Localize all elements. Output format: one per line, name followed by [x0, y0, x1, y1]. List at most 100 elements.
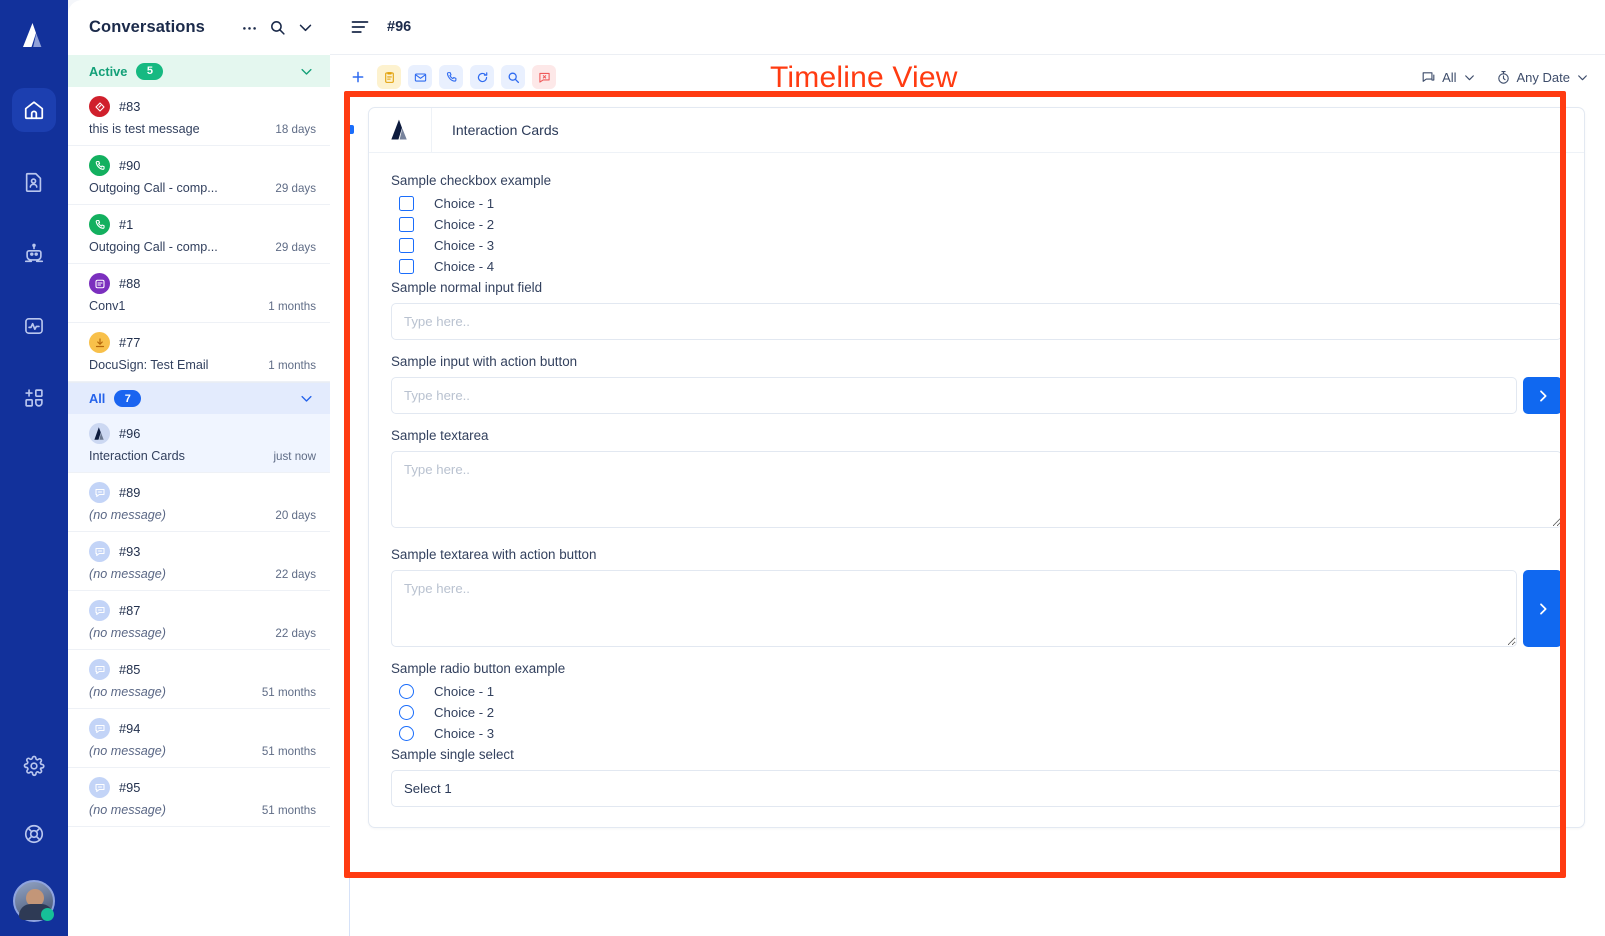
- sidebar-item-analytics[interactable]: [12, 304, 56, 348]
- checkbox-control[interactable]: [399, 238, 414, 253]
- conversation-id: #89: [119, 485, 141, 500]
- radio-control[interactable]: [399, 684, 414, 699]
- chevron-down-icon[interactable]: [297, 19, 314, 36]
- conversation-id: #87: [119, 603, 141, 618]
- ellipsis-icon[interactable]: [241, 19, 258, 36]
- chevron-right-icon: [1535, 601, 1551, 617]
- search-icon[interactable]: [269, 19, 286, 36]
- call-button[interactable]: [439, 65, 463, 89]
- sidebar-item-contacts[interactable]: [12, 160, 56, 204]
- checkbox-option[interactable]: Choice - 3: [399, 238, 1562, 253]
- action-input-submit-button[interactable]: [1523, 377, 1562, 414]
- chat-bubble-icon: [89, 482, 110, 503]
- main-header: #96: [330, 0, 1605, 55]
- user-avatar[interactable]: [13, 880, 55, 922]
- conversation-list-item[interactable]: #95 (no message) 51 months: [68, 768, 330, 827]
- checkbox-option-label: Choice - 4: [434, 259, 495, 274]
- action-textarea[interactable]: [391, 570, 1517, 647]
- conversation-item-bottom: this is test message 18 days: [89, 122, 316, 136]
- timeline-event-marker: [345, 125, 354, 134]
- sms-button[interactable]: [532, 65, 556, 89]
- page-title: Conversations: [89, 18, 205, 36]
- radio-option[interactable]: Choice - 1: [399, 684, 1562, 699]
- conversation-list-item[interactable]: #96 Interaction Cards just now: [68, 414, 330, 473]
- checkbox-option-label: Choice - 3: [434, 238, 495, 253]
- rail-bottom-group: [12, 744, 56, 936]
- conversation-preview: DocuSign: Test Email: [89, 358, 209, 372]
- sidebar-item-bot[interactable]: [12, 232, 56, 276]
- chat-bubble-icon: [89, 600, 110, 621]
- add-button[interactable]: [346, 65, 370, 89]
- chevron-down-icon: [1576, 71, 1589, 84]
- conversation-item-top: #83: [89, 96, 316, 117]
- radio-control[interactable]: [399, 705, 414, 720]
- conversation-timestamp: 51 months: [261, 745, 316, 758]
- refresh-button[interactable]: [470, 65, 494, 89]
- conversation-list-item[interactable]: #87 (no message) 22 days: [68, 591, 330, 650]
- interaction-card-body: Sample checkbox example Choice - 1 Choice…: [369, 153, 1584, 827]
- type-filter[interactable]: All: [1421, 70, 1475, 85]
- action-input[interactable]: [391, 377, 1517, 414]
- sidebar-item-help[interactable]: [12, 812, 56, 856]
- main-panel: #96 All Any Date Timeline View Interacti…: [330, 0, 1605, 936]
- conversation-list-item[interactable]: #83 this is test message 18 days: [68, 87, 330, 146]
- conversation-preview: (no message): [89, 626, 166, 640]
- conversation-preview: Outgoing Call - comp...: [89, 181, 218, 195]
- plus-icon: [351, 70, 365, 84]
- conversation-list-item[interactable]: #88 Conv1 1 months: [68, 264, 330, 323]
- hamburger-lines-icon[interactable]: [350, 17, 370, 37]
- online-status-dot: [41, 908, 54, 921]
- textarea-label: Sample textarea: [391, 428, 489, 443]
- conversation-list-item[interactable]: #89 (no message) 20 days: [68, 473, 330, 532]
- phone-icon: [445, 71, 458, 84]
- conversation-timestamp: 51 months: [261, 686, 316, 699]
- conversation-item-top: #85: [89, 659, 316, 680]
- chevron-down-icon[interactable]: [299, 64, 314, 79]
- checkbox-control[interactable]: [399, 217, 414, 232]
- conversation-list-item[interactable]: #85 (no message) 51 months: [68, 650, 330, 709]
- action-textarea-submit-button[interactable]: [1523, 570, 1562, 647]
- conversation-group-header-active[interactable]: Active 5: [68, 55, 330, 87]
- conversation-id: #94: [119, 721, 141, 736]
- conversation-timestamp: 51 months: [261, 804, 316, 817]
- conversation-list-item[interactable]: #90 Outgoing Call - comp... 29 days: [68, 146, 330, 205]
- conversation-item-bottom: Interaction Cards just now: [89, 449, 316, 463]
- contact-card-icon: [23, 171, 45, 193]
- conversation-list-item[interactable]: #77 DocuSign: Test Email 1 months: [68, 323, 330, 382]
- conversation-item-bottom: (no message) 20 days: [89, 508, 316, 522]
- note-button[interactable]: [377, 65, 401, 89]
- date-filter[interactable]: Any Date: [1496, 70, 1589, 85]
- normal-input[interactable]: [391, 303, 1562, 340]
- conversation-timestamp: 29 days: [275, 182, 316, 195]
- conversation-timestamp: 29 days: [275, 241, 316, 254]
- message-close-icon: [538, 71, 551, 84]
- checkbox-option[interactable]: Choice - 1: [399, 196, 1562, 211]
- sidebar-item-settings[interactable]: [12, 744, 56, 788]
- conversation-group-header-all[interactable]: All 7: [68, 382, 330, 414]
- conversation-title: #96: [387, 19, 412, 35]
- email-button[interactable]: [408, 65, 432, 89]
- search-button[interactable]: [501, 65, 525, 89]
- conversation-list-item[interactable]: #94 (no message) 51 months: [68, 709, 330, 768]
- plain-textarea[interactable]: [391, 451, 1562, 528]
- group-label: Active: [89, 63, 128, 79]
- conversation-list-item[interactable]: #93 (no message) 22 days: [68, 532, 330, 591]
- checkbox-option[interactable]: Choice - 4: [399, 259, 1562, 274]
- download-icon: [89, 332, 110, 353]
- single-select[interactable]: Select 1: [391, 770, 1562, 807]
- checkbox-control[interactable]: [399, 259, 414, 274]
- radio-option[interactable]: Choice - 2: [399, 705, 1562, 720]
- radio-option[interactable]: Choice - 3: [399, 726, 1562, 741]
- checkbox-option[interactable]: Choice - 2: [399, 217, 1562, 232]
- sidebar-item-apps[interactable]: [12, 376, 56, 420]
- lifebuoy-icon: [23, 823, 45, 845]
- action-input-label: Sample input with action button: [391, 354, 578, 369]
- conversation-list-item[interactable]: #1 Outgoing Call - comp... 29 days: [68, 205, 330, 264]
- action-textarea-label: Sample textarea with action button: [391, 547, 597, 562]
- chevron-down-icon[interactable]: [299, 391, 314, 406]
- radio-control[interactable]: [399, 726, 414, 741]
- sidebar-item-home[interactable]: [12, 88, 56, 132]
- conversation-id: #1: [119, 217, 134, 232]
- checkbox-control[interactable]: [399, 196, 414, 211]
- gear-icon: [23, 755, 45, 777]
